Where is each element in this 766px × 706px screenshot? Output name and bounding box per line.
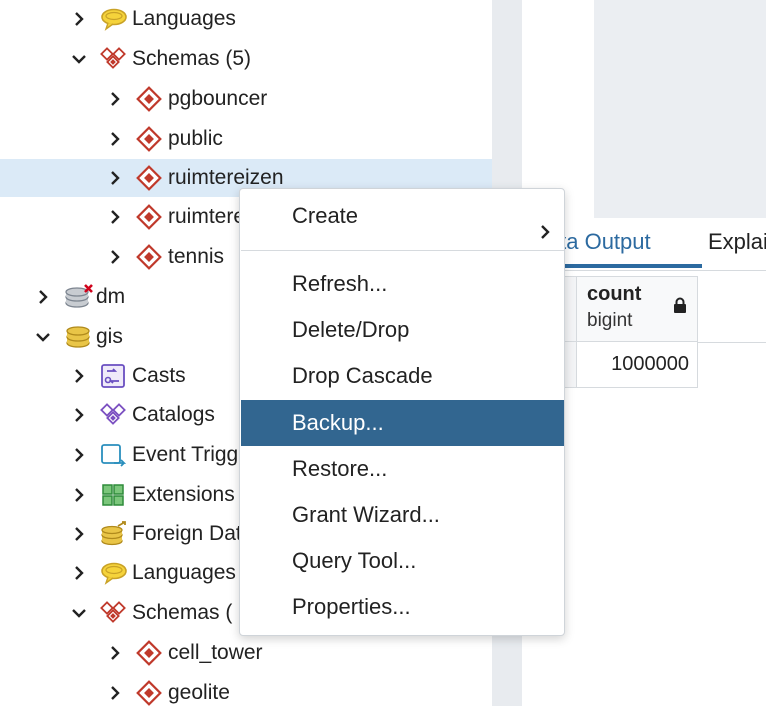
tree-node[interactable]: cell_tower [0,634,492,672]
tree-node-label: Languages [132,7,236,30]
schemas-icon [100,600,126,626]
chevron-down-icon[interactable] [36,330,50,344]
tree-node[interactable]: public [0,120,492,158]
tree-node-label: Casts [132,364,186,387]
menu-item-label: Create [292,203,359,228]
schema-icon [136,165,162,191]
grid-border [698,342,766,343]
tab-explain[interactable]: Explain [708,218,766,268]
chevron-right-icon[interactable] [108,210,122,224]
chevron-right-icon[interactable] [108,250,122,264]
schema-icon [136,204,162,230]
column-header-count[interactable]: count bigint [576,276,698,342]
chevron-right-icon[interactable] [72,12,86,26]
menu-item-drop-cascade[interactable]: Drop Cascade [241,353,564,399]
chevron-right-icon[interactable] [108,92,122,106]
languages-icon [100,6,127,32]
chevron-right-icon[interactable] [72,488,86,502]
menu-item-query-tool[interactable]: Query Tool... [241,538,564,584]
menu-item-grant-wizard[interactable]: Grant Wizard... [241,492,564,538]
chevron-right-icon[interactable] [72,566,86,580]
result-cell[interactable]: 1000000 [576,342,698,388]
tree-node-label: pgbouncer [168,87,268,110]
event-triggers-icon [100,442,126,468]
tree-node-label: Languages [132,561,236,584]
chevron-right-icon[interactable] [72,527,86,541]
tree-node-label: Schemas (5) [132,47,252,70]
foreign-data-wrappers-icon [100,521,126,547]
chevron-right-icon[interactable] [36,290,50,304]
chevron-right-icon[interactable] [108,132,122,146]
catalogs-icon [100,402,126,428]
chevron-right-icon[interactable] [72,369,86,383]
context-menu: Create Refresh... Delete/Drop Drop Casca… [239,188,565,636]
tree-node[interactable]: Languages [0,0,492,38]
schemas-icon [100,46,126,72]
menu-item-backup[interactable]: Backup... [241,400,564,446]
chevron-right-icon[interactable] [108,686,122,700]
tree-node[interactable]: pgbouncer [0,80,492,118]
menu-item-properties[interactable]: Properties... [241,584,564,630]
database-disconnected-icon [64,284,93,310]
schema-icon [136,126,162,152]
chevron-right-icon[interactable] [72,408,86,422]
menu-item-delete-drop[interactable]: Delete/Drop [241,307,564,353]
extensions-icon [100,482,126,508]
column-type: bigint [587,310,633,331]
chevron-right-icon[interactable] [108,171,122,185]
tree-node-label: geolite [168,681,230,704]
tree-node-label: Schemas ( [132,601,233,624]
tree-node[interactable]: Schemas (5) [0,40,492,78]
tree-node-label: gis [96,325,123,348]
query-editor-area[interactable] [522,0,594,218]
casts-icon [100,363,126,389]
database-icon [64,324,90,350]
languages-icon [100,560,127,586]
schema-icon [136,640,162,666]
menu-item-create[interactable]: Create [241,193,564,239]
menu-item-refresh[interactable]: Refresh... [241,261,564,307]
schema-icon [136,680,162,706]
tree-node-label: dm [96,285,126,308]
chevron-right-icon[interactable] [108,646,122,660]
menu-divider [241,250,564,251]
chevron-down-icon[interactable] [72,52,86,66]
cell-value: 1000000 [611,353,689,375]
tree-node-label: tennis [168,245,225,268]
chevron-down-icon[interactable] [72,606,86,620]
schema-icon [136,244,162,270]
chevron-right-icon [540,209,550,255]
menu-item-restore[interactable]: Restore... [241,446,564,492]
chevron-right-icon[interactable] [72,448,86,462]
schema-icon [136,86,162,112]
lock-icon [673,297,687,318]
tree-node[interactable]: geolite [0,674,492,706]
tree-node-label: cell_tower [168,641,263,664]
column-name: count [587,283,642,305]
tree-node-label: Catalogs [132,403,215,426]
tree-node-label: public [168,127,223,150]
tree-node-label: Extensions [132,483,235,506]
